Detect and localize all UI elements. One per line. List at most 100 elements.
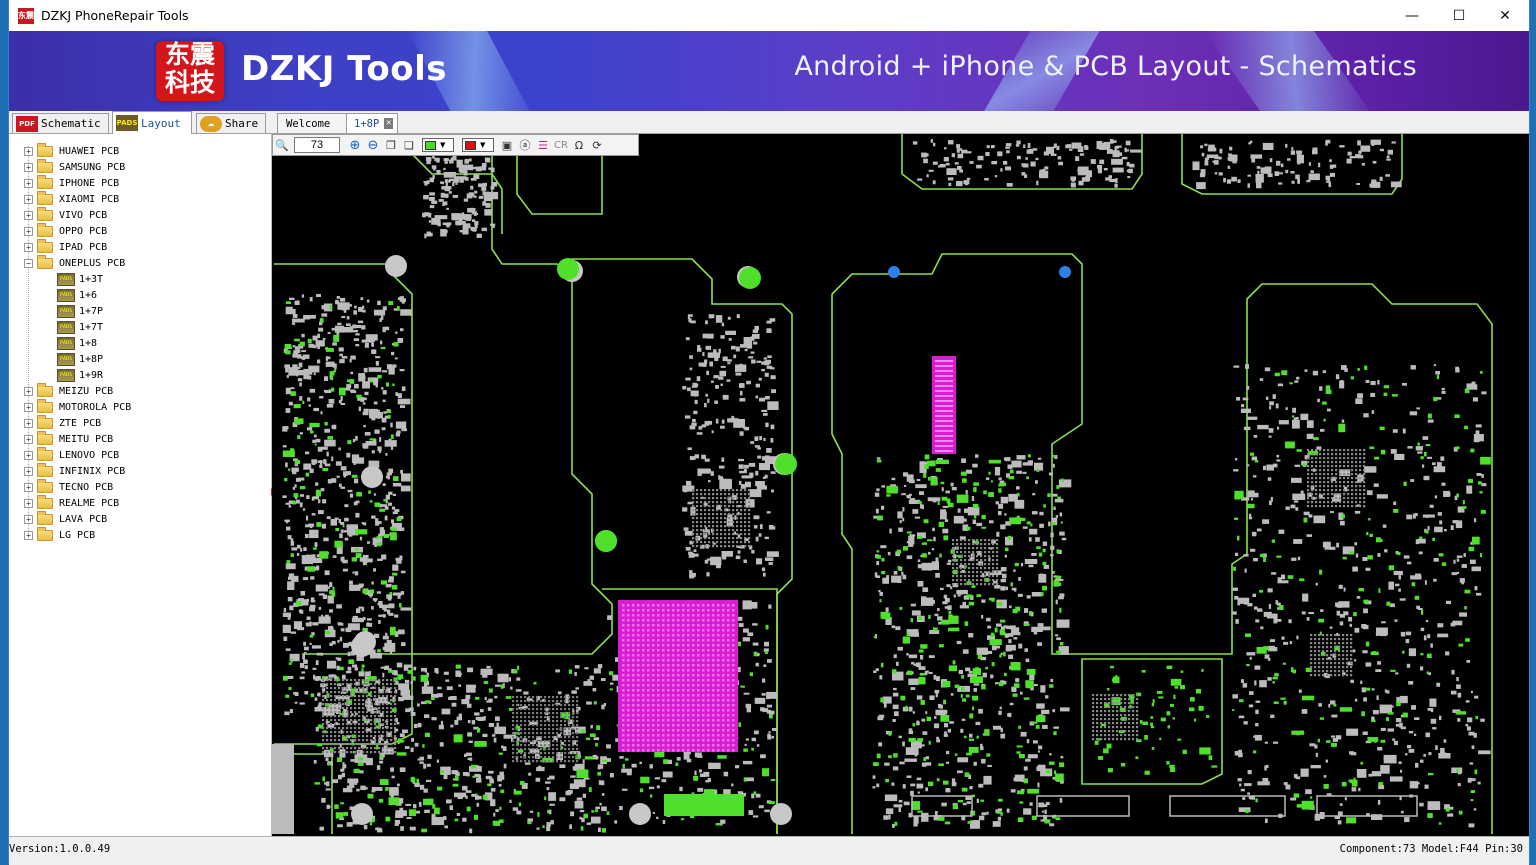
tree-folder[interactable]: + OPPO PCB	[24, 222, 107, 239]
bga-ball	[378, 735, 381, 738]
expand-icon[interactable]: +	[24, 242, 33, 252]
bga-ball	[1339, 485, 1342, 488]
smd-pad	[1050, 545, 1055, 550]
close-button[interactable]: ✕	[1482, 0, 1528, 31]
expand-icon[interactable]: +	[24, 178, 33, 188]
collapse-icon[interactable]: −	[24, 258, 33, 268]
tree-folder[interactable]: + ZTE PCB	[24, 414, 101, 431]
expand-icon[interactable]: +	[24, 210, 33, 220]
smd-pad	[766, 697, 770, 700]
bga-ball	[1307, 485, 1310, 488]
smd-pad	[1056, 619, 1070, 628]
tab-schematic[interactable]: PDF Schematic	[12, 113, 109, 133]
smd-pad	[938, 763, 944, 767]
smd-pad	[879, 599, 882, 603]
tab-welcome[interactable]: Welcome	[277, 113, 349, 133]
smd-pad	[307, 566, 315, 572]
bga-ball	[1335, 469, 1338, 472]
pcb-layout-canvas[interactable]	[272, 134, 1529, 836]
smd-pad	[744, 426, 749, 431]
tree-folder[interactable]: + VIVO PCB	[24, 206, 107, 223]
smd-pad	[1254, 734, 1262, 741]
tree-folder[interactable]: + XIAOMI PCB	[24, 190, 119, 207]
bga-ball	[342, 695, 345, 698]
smd-pad	[1358, 787, 1361, 792]
tree-folder[interactable]: + LAVA PCB	[24, 510, 107, 527]
smd-pad	[347, 379, 351, 382]
smd-pad	[707, 469, 711, 473]
tree-folder[interactable]: + MEITU PCB	[24, 430, 113, 447]
smd-pad	[921, 718, 926, 722]
smd-pad	[1452, 620, 1463, 626]
expand-icon[interactable]: +	[24, 386, 33, 396]
smd-pad	[381, 427, 386, 431]
minimize-button[interactable]: —	[1389, 0, 1435, 31]
tree-leaf[interactable]: PADS 1+8	[57, 335, 97, 351]
pcb-viewer[interactable]	[272, 134, 1529, 836]
tree-leaf[interactable]: PADS 1+8P	[57, 351, 103, 367]
expand-icon[interactable]: +	[24, 514, 33, 524]
smd-pad	[735, 346, 740, 352]
expand-icon[interactable]: +	[24, 194, 33, 204]
smd-pad	[1267, 477, 1272, 481]
smd-pad	[1108, 768, 1113, 773]
smd-pad	[1290, 797, 1297, 801]
tree-leaf[interactable]: PADS 1+9R	[57, 367, 103, 383]
expand-icon[interactable]: +	[24, 146, 33, 156]
tree-folder[interactable]: + MEIZU PCB	[24, 382, 113, 399]
tree-folder[interactable]: + MOTOROLA PCB	[24, 398, 131, 415]
bga-ball	[740, 501, 743, 504]
tree-folder[interactable]: + IPHONE PCB	[24, 174, 119, 191]
expand-icon[interactable]: +	[24, 482, 33, 492]
expand-icon[interactable]: +	[24, 402, 33, 412]
smd-pad	[925, 756, 929, 760]
tab-document[interactable]: 1+8P ✕	[346, 113, 398, 133]
bga-ball	[724, 497, 727, 500]
tree-folder[interactable]: + TECNO PCB	[24, 478, 113, 495]
smd-pad	[876, 555, 881, 559]
tree-leaf[interactable]: PADS 1+7T	[57, 319, 103, 335]
tree-folder[interactable]: + INFINIX PCB	[24, 462, 125, 479]
tree-folder[interactable]: + LENOVO PCB	[24, 446, 119, 463]
bga-ball	[370, 683, 373, 686]
expand-icon[interactable]: +	[24, 450, 33, 460]
tree-folder[interactable]: − ONEPLUS PCB	[24, 254, 125, 271]
smd-pad	[1048, 472, 1053, 476]
tree-folder[interactable]: + IPAD PCB	[24, 238, 107, 255]
smd-pad	[1480, 509, 1486, 514]
tree-leaf[interactable]: PADS 1+6	[57, 287, 97, 303]
tree-leaf[interactable]: PADS 1+7P	[57, 303, 103, 319]
smd-pad	[347, 440, 352, 445]
tab-share[interactable]: ☁ Share	[196, 113, 266, 133]
smd-pad	[1235, 619, 1239, 624]
bga-ball	[1339, 477, 1342, 480]
smd-pad	[1365, 641, 1370, 647]
expand-icon[interactable]: +	[24, 162, 33, 172]
expand-icon[interactable]: +	[24, 418, 33, 428]
expand-icon[interactable]: +	[24, 530, 33, 540]
bga-ball	[342, 751, 345, 754]
smd-pad	[1211, 765, 1218, 768]
expand-icon[interactable]: +	[24, 498, 33, 508]
tree-folder[interactable]: + REALME PCB	[24, 494, 119, 511]
expand-icon[interactable]: +	[24, 466, 33, 476]
smd-pad	[1458, 810, 1463, 815]
smd-pad	[1362, 650, 1368, 654]
bga-ball	[330, 691, 333, 694]
tab-close-icon[interactable]: ✕	[384, 118, 393, 129]
smd-pad	[1011, 460, 1022, 468]
expand-icon[interactable]: +	[24, 226, 33, 236]
tab-layout[interactable]: PADS Layout	[112, 111, 192, 134]
tree-folder[interactable]: + HUAWEI PCB	[24, 142, 119, 159]
smd-pad	[570, 811, 575, 817]
tree-folder[interactable]: + LG PCB	[24, 526, 95, 543]
bga-ball	[548, 740, 551, 743]
expand-icon[interactable]: +	[24, 434, 33, 444]
tree-leaf[interactable]: PADS 1+3T	[57, 271, 103, 287]
smd-pad	[386, 382, 389, 387]
maximize-button[interactable]: ☐	[1436, 0, 1482, 31]
smd-pad	[413, 666, 417, 671]
smd-pad	[771, 736, 774, 739]
tree-folder[interactable]: + SAMSUNG PCB	[24, 158, 125, 175]
smd-pad	[954, 162, 959, 165]
